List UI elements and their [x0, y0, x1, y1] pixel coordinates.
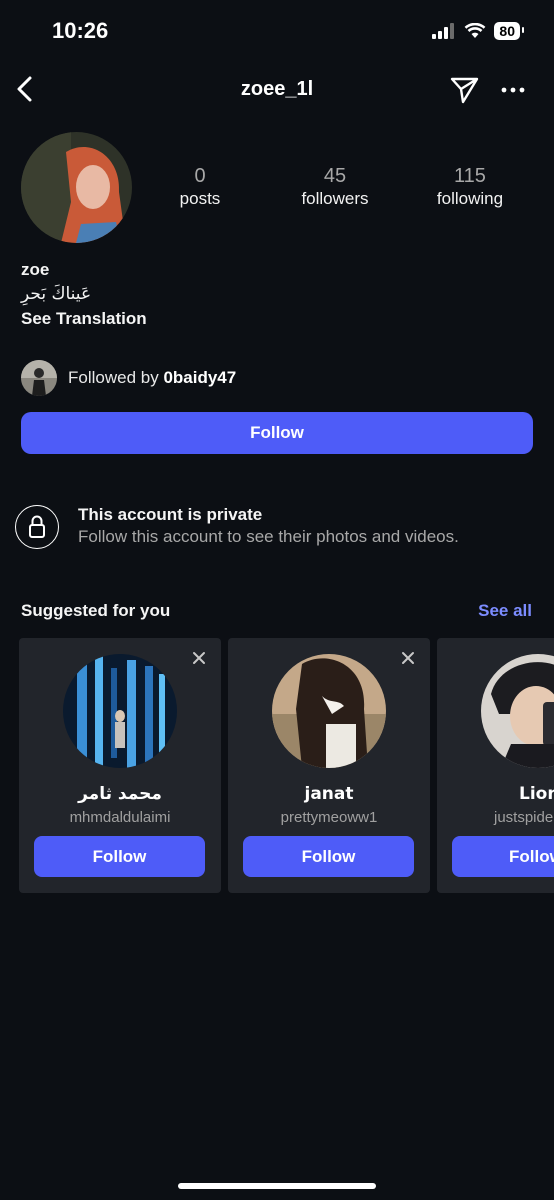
lock-icon — [28, 515, 45, 538]
wifi-icon — [465, 23, 486, 38]
suggestion-handle: prettymeoww1 — [280, 809, 378, 826]
posts-stat[interactable]: 0 posts — [145, 164, 255, 210]
close-icon — [402, 652, 414, 664]
following-stat[interactable]: 115 following — [415, 164, 525, 210]
close-icon — [193, 652, 205, 664]
suggestion-name: janat — [304, 784, 354, 804]
followers-label: followers — [301, 189, 369, 208]
see-all-link[interactable]: See all — [478, 601, 532, 621]
status-icons: 80 — [432, 22, 524, 40]
suggestion-name: Lion — [519, 784, 554, 804]
following-count: 115 — [454, 165, 486, 187]
follow-button[interactable]: Follow — [21, 412, 533, 454]
private-account-title: This account is private — [78, 505, 263, 524]
private-account-subtitle: Follow this account to see their photos … — [78, 527, 459, 546]
followed-by-username: 0baidy47 — [163, 368, 237, 387]
more-options-button[interactable] — [500, 80, 526, 100]
posts-count: 0 — [194, 165, 206, 187]
suggestion-avatar[interactable] — [481, 654, 554, 768]
suggestion-follow-button[interactable]: Follow — [34, 836, 205, 877]
followers-stat[interactable]: 45 followers — [280, 164, 390, 210]
followed-by-prefix: Followed by — [68, 368, 164, 387]
status-time: 10:26 — [52, 18, 109, 43]
suggestion-card[interactable]: محمد ثامر mhmdaldulaimi Follow — [19, 638, 221, 893]
battery-indicator: 80 — [494, 22, 524, 40]
paper-plane-icon — [450, 77, 479, 104]
suggestion-handle: justspide — [494, 809, 554, 826]
share-profile-button[interactable] — [450, 76, 480, 104]
suggested-title: Suggested for you — [21, 601, 171, 620]
suggestion-follow-button[interactable]: Follow — [452, 836, 554, 877]
dismiss-suggestion-button[interactable] — [400, 650, 416, 666]
signal-icon — [432, 23, 455, 39]
suggestion-card[interactable]: janat prettymeoww1 Follow — [228, 638, 430, 893]
suggestion-handle: mhmdaldulaimi — [69, 809, 171, 826]
following-label: following — [436, 189, 504, 208]
lock-icon-circle — [15, 505, 59, 549]
mutual-follower-avatar[interactable] — [21, 360, 57, 396]
see-translation-link[interactable]: See Translation — [21, 309, 147, 329]
more-horizontal-icon — [501, 87, 525, 93]
profile-avatar[interactable] — [21, 132, 132, 243]
followers-count: 45 — [323, 165, 347, 187]
suggestion-name: محمد ثامر — [78, 784, 162, 804]
profile-bio: عَيناكَ بَحرِ — [21, 284, 92, 304]
suggestion-card[interactable]: Lion justspide Follow — [437, 638, 554, 893]
profile-name: zoe — [21, 260, 50, 279]
home-indicator — [178, 1183, 376, 1189]
posts-label: posts — [179, 189, 221, 208]
suggestion-avatar[interactable] — [63, 654, 177, 768]
suggestion-follow-button[interactable]: Follow — [243, 836, 414, 877]
suggestion-avatar[interactable] — [272, 654, 386, 768]
dismiss-suggestion-button[interactable] — [191, 650, 207, 666]
followed-by-text[interactable]: Followed by 0baidy47 — [68, 368, 236, 388]
